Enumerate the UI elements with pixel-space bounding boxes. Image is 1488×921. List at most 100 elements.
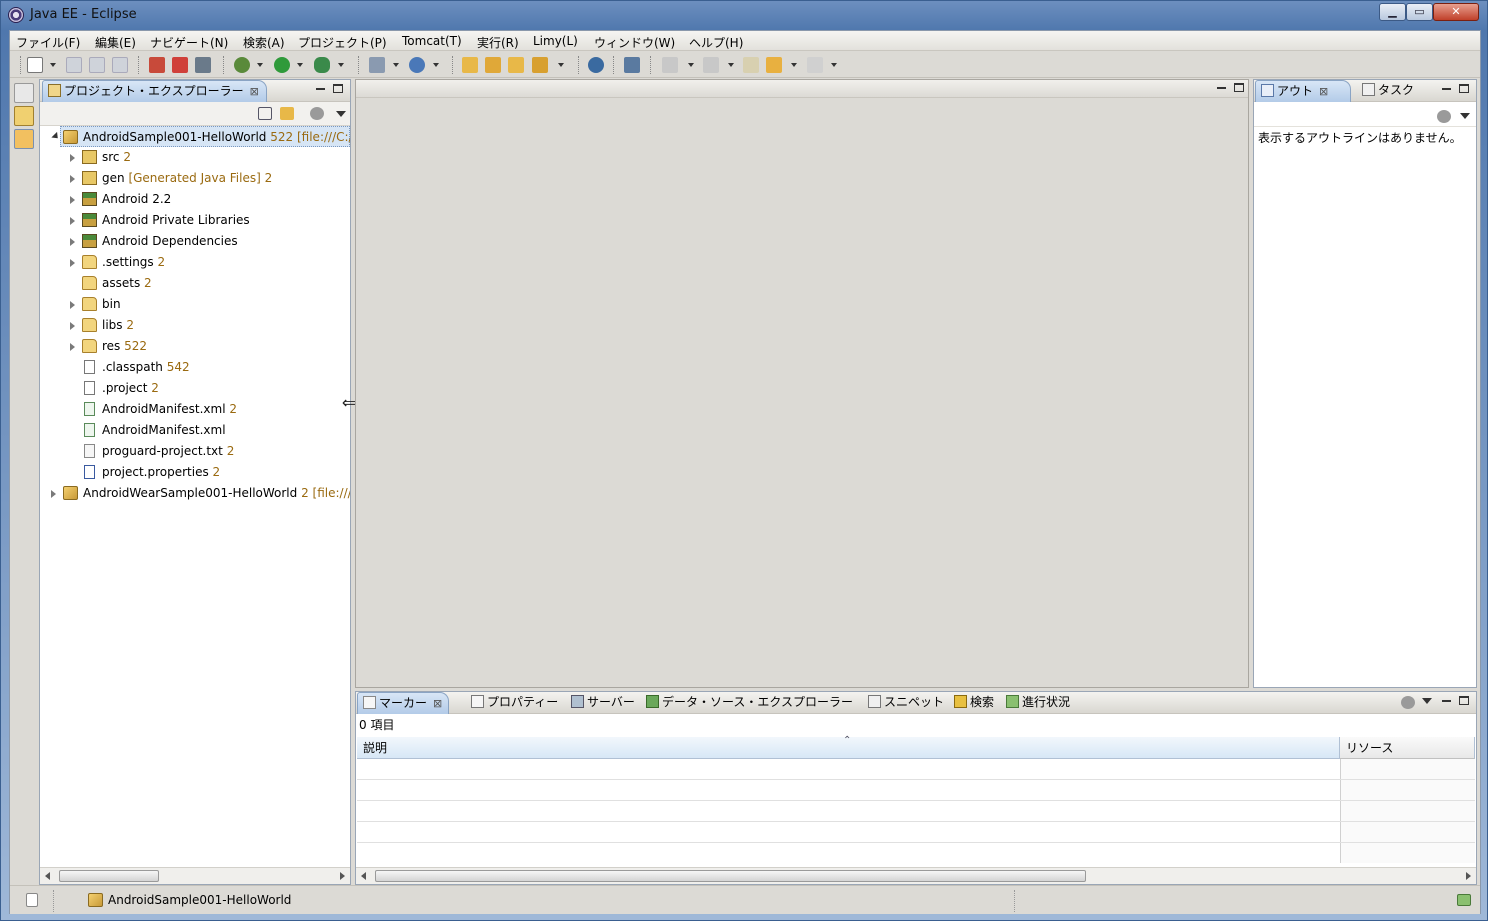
run-dropdown-icon[interactable] xyxy=(297,63,303,67)
tab-progress[interactable]: 進行状況 xyxy=(1001,692,1070,714)
progress-icon[interactable] xyxy=(1457,894,1471,906)
maximize-button[interactable]: ▭ xyxy=(1406,3,1433,21)
collapsed-icon[interactable] xyxy=(70,343,75,351)
menu-limy[interactable]: Limy(L) xyxy=(533,34,578,48)
menu-tomcat[interactable]: Tomcat(T) xyxy=(402,34,462,48)
collapse-all-icon[interactable] xyxy=(258,107,272,120)
scroll-right-icon[interactable] xyxy=(340,872,345,880)
minimize-icon[interactable] xyxy=(1442,700,1451,702)
tree-item-project[interactable]: AndroidSample001-HelloWorld 522 [file://… xyxy=(51,126,350,147)
collapsed-icon[interactable] xyxy=(70,217,75,225)
external-tools-dropdown-icon[interactable] xyxy=(338,63,344,67)
new-java-class-icon[interactable] xyxy=(409,57,425,73)
open-task-icon[interactable] xyxy=(532,57,548,73)
tab-servers[interactable]: サーバー xyxy=(566,692,635,714)
tab-data-source-explorer[interactable]: データ・ソース・エクスプローラー xyxy=(641,692,853,714)
forward-arrow-icon[interactable] xyxy=(807,57,823,73)
tab-outline[interactable]: アウト ⊠ xyxy=(1255,80,1351,102)
collapsed-icon[interactable] xyxy=(70,238,75,246)
close-icon[interactable]: ⊠ xyxy=(1319,81,1328,102)
scroll-left-icon[interactable] xyxy=(361,872,366,880)
resource-perspective-icon[interactable] xyxy=(14,129,34,149)
close-button[interactable]: ✕ xyxy=(1433,3,1479,21)
task-dropdown-icon[interactable] xyxy=(558,63,564,67)
menu-window[interactable]: ウィンドウ(W) xyxy=(594,34,675,51)
maximize-icon[interactable] xyxy=(333,84,343,93)
maximize-icon[interactable] xyxy=(1234,83,1244,92)
menu-project[interactable]: プロジェクト(P) xyxy=(298,34,387,51)
scroll-right-icon[interactable] xyxy=(1466,872,1471,880)
maximize-icon[interactable] xyxy=(1459,84,1469,93)
collapsed-icon[interactable] xyxy=(70,301,75,309)
save-all-icon[interactable] xyxy=(89,57,105,73)
tab-snippets[interactable]: スニペット xyxy=(863,692,944,714)
previous-annotation-icon[interactable] xyxy=(703,57,719,73)
new-icon[interactable] xyxy=(27,57,43,73)
next-annotation-dropdown-icon[interactable] xyxy=(688,63,694,67)
menu-file[interactable]: ファイル(F) xyxy=(16,34,80,51)
menu-run[interactable]: 実行(R) xyxy=(477,34,519,51)
tab-tasks[interactable]: タスク xyxy=(1357,80,1414,102)
close-icon[interactable]: ⊠ xyxy=(433,693,442,714)
previous-annotation-dropdown-icon[interactable] xyxy=(728,63,734,67)
new-server-dropdown-icon[interactable] xyxy=(393,63,399,67)
scroll-thumb[interactable] xyxy=(59,870,159,882)
expanded-icon[interactable] xyxy=(51,131,61,142)
collapsed-icon[interactable] xyxy=(70,322,75,330)
print-icon[interactable] xyxy=(112,57,128,73)
column-header-description[interactable]: 説明 ⌃ xyxy=(357,735,1340,759)
menu-search[interactable]: 検索(A) xyxy=(243,34,285,51)
view-menu-icon[interactable] xyxy=(336,111,346,117)
tab-properties[interactable]: プロパティー xyxy=(466,692,558,714)
open-type-icon[interactable] xyxy=(462,57,478,73)
skip-breakpoints-icon[interactable] xyxy=(149,57,165,73)
close-icon[interactable]: ⊠ xyxy=(250,81,259,102)
focus-icon[interactable] xyxy=(310,107,324,120)
link-with-editor-icon[interactable] xyxy=(280,107,294,120)
horizontal-scrollbar[interactable] xyxy=(356,867,1476,884)
menu-edit[interactable]: 編集(E) xyxy=(95,34,136,51)
open-resource-icon[interactable] xyxy=(485,57,501,73)
view-menu-icon[interactable] xyxy=(1460,113,1470,119)
menu-navigate[interactable]: ナビゲート(N) xyxy=(150,34,228,51)
minimize-icon[interactable] xyxy=(1442,88,1451,90)
collapsed-icon[interactable] xyxy=(70,259,75,267)
last-edit-icon[interactable] xyxy=(743,57,759,73)
maximize-icon[interactable] xyxy=(1459,696,1469,705)
collapsed-icon[interactable] xyxy=(70,154,75,162)
tool-icon[interactable] xyxy=(195,57,211,73)
collapsed-icon[interactable] xyxy=(70,196,75,204)
search-icon[interactable] xyxy=(624,57,640,73)
next-annotation-icon[interactable] xyxy=(662,57,678,73)
forward-dropdown-icon[interactable] xyxy=(831,63,837,67)
tab-markers[interactable]: マーカー ⊠ xyxy=(357,692,449,714)
view-menu-icon[interactable] xyxy=(1422,698,1432,704)
menu-help[interactable]: ヘルプ(H) xyxy=(689,34,743,51)
back-dropdown-icon[interactable] xyxy=(791,63,797,67)
tab-project-explorer[interactable]: プロジェクト・エクスプローラー ⊠ xyxy=(42,80,267,102)
debug-dropdown-icon[interactable] xyxy=(257,63,263,67)
minimize-icon[interactable] xyxy=(316,88,325,90)
open-folder-icon[interactable] xyxy=(508,57,524,73)
tab-search[interactable]: 検索 xyxy=(949,692,994,714)
new-server-icon[interactable] xyxy=(369,57,385,73)
focus-icon[interactable] xyxy=(1401,696,1415,709)
java-ee-perspective-icon[interactable] xyxy=(14,106,34,126)
back-arrow-icon[interactable] xyxy=(766,57,782,73)
horizontal-scrollbar[interactable] xyxy=(40,867,350,884)
new-java-class-dropdown-icon[interactable] xyxy=(433,63,439,67)
collapsed-icon[interactable] xyxy=(70,175,75,183)
focus-icon[interactable] xyxy=(1437,110,1451,123)
scroll-thumb[interactable] xyxy=(375,870,1086,882)
open-perspective-icon[interactable] xyxy=(14,83,34,103)
save-icon[interactable] xyxy=(66,57,82,73)
fast-view-icon[interactable] xyxy=(26,893,38,907)
external-tools-icon[interactable] xyxy=(314,57,330,73)
run-icon[interactable] xyxy=(274,57,290,73)
minimize-button[interactable]: ▁ xyxy=(1379,3,1406,21)
scroll-left-icon[interactable] xyxy=(45,872,50,880)
minimize-icon[interactable] xyxy=(1217,87,1226,89)
collapsed-icon[interactable] xyxy=(51,490,56,498)
new-dropdown-icon[interactable] xyxy=(50,63,56,67)
debug-icon[interactable] xyxy=(234,57,250,73)
